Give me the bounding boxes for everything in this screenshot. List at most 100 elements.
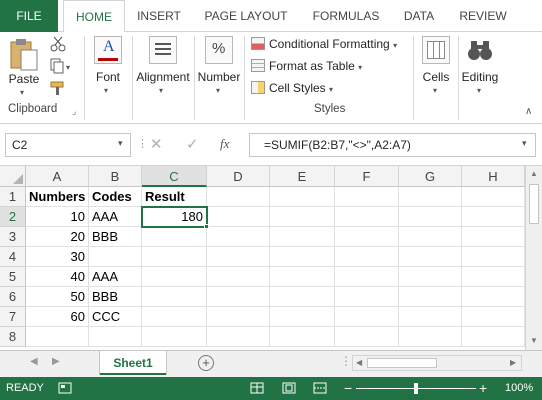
insert-function-button[interactable]: fx [220, 136, 229, 152]
name-box[interactable]: C2 [5, 133, 131, 157]
column-header-a[interactable]: A [26, 166, 89, 187]
enter-icon[interactable]: ✓ [186, 135, 199, 153]
grid-cell[interactable] [399, 267, 462, 287]
grid-cell[interactable] [462, 247, 525, 267]
grid-cell[interactable] [207, 207, 270, 227]
grid-cell[interactable] [270, 207, 335, 227]
number-button[interactable]: % Number ▾ [196, 34, 242, 100]
cell-a1[interactable]: Numbers [26, 187, 89, 207]
sheet-nav-next-icon[interactable]: ▶ [52, 356, 60, 367]
zoom-slider-thumb[interactable] [414, 383, 418, 394]
grid-cell[interactable] [270, 187, 335, 207]
grid-cell[interactable] [462, 207, 525, 227]
cell-b3[interactable]: BBB [89, 227, 142, 247]
scroll-right-icon[interactable]: ▶ [510, 358, 516, 367]
grid-cell[interactable] [207, 247, 270, 267]
grid-cell[interactable] [462, 187, 525, 207]
row-header-1[interactable]: 1 [0, 187, 26, 207]
grid-cell[interactable] [399, 227, 462, 247]
row-header-8[interactable]: 8 [0, 327, 26, 347]
grid-cell[interactable] [399, 247, 462, 267]
grid-cell[interactable] [335, 207, 399, 227]
grid-cell[interactable] [207, 267, 270, 287]
cell-c1[interactable]: Result [142, 187, 207, 207]
grid-cell[interactable] [270, 307, 335, 327]
row-header-5[interactable]: 5 [0, 267, 26, 287]
grid-cell[interactable] [270, 287, 335, 307]
grid-cell[interactable] [462, 327, 525, 347]
formula-bar-grip-icon[interactable]: ⋮ [137, 137, 148, 150]
select-all-corner[interactable] [0, 166, 26, 187]
alignment-button[interactable]: Alignment ▾ [134, 34, 192, 100]
copy-icon[interactable]: ▾ [50, 58, 72, 74]
column-header-h[interactable]: H [462, 166, 525, 187]
cell-a2[interactable]: 10 [26, 207, 89, 227]
grid-cell[interactable] [207, 227, 270, 247]
fill-handle[interactable] [204, 224, 209, 229]
grid-cell[interactable] [207, 327, 270, 347]
column-header-d[interactable]: D [207, 166, 270, 187]
editing-button[interactable]: Editing ▾ [460, 34, 500, 100]
grid-cell[interactable] [462, 307, 525, 327]
grid-cell[interactable] [207, 187, 270, 207]
grid-cell[interactable] [335, 227, 399, 247]
new-sheet-button[interactable]: + [198, 355, 214, 371]
column-header-f[interactable]: F [335, 166, 399, 187]
column-header-g[interactable]: G [399, 166, 462, 187]
conditional-formatting-button[interactable]: Conditional Formatting ▾ [251, 34, 397, 54]
normal-view-icon[interactable] [250, 382, 264, 394]
grid-cell[interactable] [270, 327, 335, 347]
grid-cell[interactable] [399, 307, 462, 327]
cell-a7[interactable]: 60 [26, 307, 89, 327]
grid-cell[interactable] [335, 247, 399, 267]
grid-cell[interactable] [207, 307, 270, 327]
horizontal-scroll-thumb[interactable] [367, 358, 437, 368]
cell-a6[interactable]: 50 [26, 287, 89, 307]
name-box-dropdown-icon[interactable]: ▾ [118, 138, 123, 149]
grid-cell[interactable] [462, 287, 525, 307]
tab-data[interactable]: DATA [393, 0, 445, 32]
page-layout-view-icon[interactable] [282, 382, 296, 394]
cell-a4[interactable]: 30 [26, 247, 89, 267]
tab-review[interactable]: REVIEW [452, 0, 514, 32]
row-header-6[interactable]: 6 [0, 287, 26, 307]
grid-cell[interactable] [142, 307, 207, 327]
grid-cell[interactable] [462, 267, 525, 287]
horizontal-scrollbar[interactable]: ◀ ▶ [352, 355, 522, 371]
grid-cell[interactable] [399, 327, 462, 347]
vertical-scroll-thumb[interactable] [529, 184, 539, 224]
font-button[interactable]: A Font ▾ [90, 34, 126, 100]
column-header-b[interactable]: B [89, 166, 142, 187]
grid-cell[interactable] [462, 227, 525, 247]
scroll-left-icon[interactable]: ◀ [356, 358, 362, 367]
cell-b7[interactable]: CCC [89, 307, 142, 327]
grid-cell[interactable] [207, 287, 270, 307]
grid-cell[interactable] [89, 247, 142, 267]
cell-b5[interactable]: AAA [89, 267, 142, 287]
tab-page-layout[interactable]: PAGE LAYOUT [197, 0, 295, 32]
format-painter-icon[interactable] [50, 80, 66, 96]
grid-cell[interactable] [399, 207, 462, 227]
sheet-tab-sheet1[interactable]: Sheet1 [100, 351, 166, 375]
row-header-7[interactable]: 7 [0, 307, 26, 327]
grid-cell[interactable] [89, 327, 142, 347]
clipboard-launcher-icon[interactable]: ⌟ [72, 106, 76, 117]
expand-formula-bar-icon[interactable]: ▾ [522, 138, 527, 149]
macro-recording-icon[interactable] [58, 382, 72, 394]
zoom-in-button[interactable]: + [479, 380, 487, 396]
formula-input[interactable]: =SUMIF(B2:B7,"<>",A2:A7) [249, 133, 536, 157]
tab-insert[interactable]: INSERT [128, 0, 190, 32]
grid-cell[interactable] [270, 227, 335, 247]
grid-cell[interactable] [270, 247, 335, 267]
grid-cell[interactable] [335, 327, 399, 347]
sheet-nav-prev-icon[interactable]: ◀ [30, 356, 38, 367]
grid-cell[interactable] [399, 287, 462, 307]
column-header-c[interactable]: C [142, 166, 207, 187]
zoom-out-button[interactable]: − [344, 380, 352, 396]
cell-b1[interactable]: Codes [89, 187, 142, 207]
cell-styles-button[interactable]: Cell Styles ▾ [251, 78, 333, 98]
zoom-level[interactable]: 100% [505, 382, 533, 394]
tab-file[interactable]: FILE [0, 0, 58, 32]
paste-button[interactable]: Paste ▾ [6, 36, 42, 98]
row-header-3[interactable]: 3 [0, 227, 26, 247]
